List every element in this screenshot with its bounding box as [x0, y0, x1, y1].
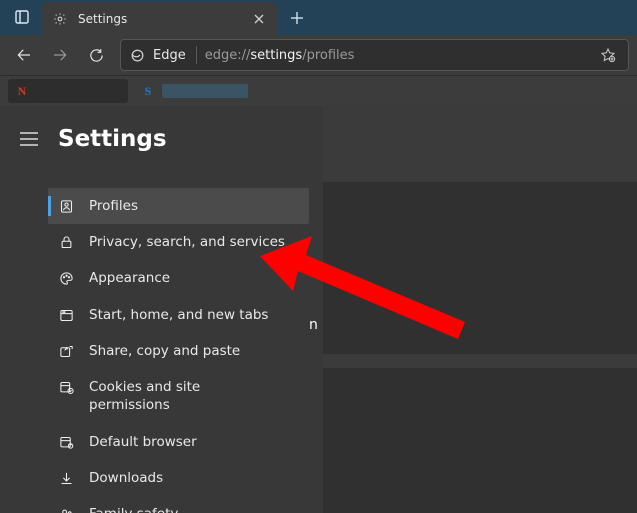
sidebar-item-label: Default browser [89, 433, 197, 451]
close-icon[interactable] [250, 10, 268, 28]
refresh-button[interactable] [80, 39, 112, 71]
sidebar-item-label: Privacy, search, and services [89, 233, 285, 251]
cookies-icon [58, 379, 75, 396]
sidebar-item-cookies[interactable]: Cookies and site permissions [48, 369, 309, 423]
browser-icon [58, 434, 75, 451]
sidebar-item-privacy[interactable]: Privacy, search, and services [48, 224, 309, 260]
forward-button[interactable] [44, 39, 76, 71]
hamburger-icon[interactable] [18, 128, 40, 150]
sidebar-item-label: Appearance [89, 269, 170, 287]
sidebar-item-label: Share, copy and paste [89, 342, 240, 360]
stray-text: n [309, 317, 318, 333]
palette-icon [58, 270, 75, 287]
sidebar-item-appearance[interactable]: Appearance [48, 260, 309, 296]
tab-settings[interactable]: Settings [42, 2, 278, 35]
address-url: edge://settings/profiles [205, 48, 590, 63]
edge-logo-icon [129, 47, 145, 63]
sidebar-item-profiles[interactable]: Profiles [48, 188, 309, 224]
tab-title: Settings [78, 12, 250, 26]
settings-page: Settings Profiles Privacy, search, and s… [0, 106, 637, 513]
settings-sidebar: Settings Profiles Privacy, search, and s… [0, 106, 323, 513]
share-icon [58, 343, 75, 360]
sidebar-item-label: Start, home, and new tabs [89, 306, 268, 324]
bookmark-item[interactable]: S [134, 79, 254, 103]
page-title: Settings [58, 126, 167, 152]
lock-icon [58, 234, 75, 251]
address-bar[interactable]: Edge edge://settings/profiles [120, 39, 629, 71]
favorites-icon[interactable] [598, 45, 618, 65]
bookmark-favicon: S [140, 83, 156, 99]
settings-main: n [323, 106, 637, 513]
sidebar-item-label: Cookies and site permissions [89, 378, 249, 414]
address-separator [196, 46, 197, 64]
tab-actions-icon[interactable] [8, 3, 36, 31]
family-icon [58, 506, 75, 513]
sidebar-item-label: Family safety [89, 505, 178, 513]
bookmark-item[interactable]: N [8, 79, 128, 103]
bookmark-label-redacted [162, 84, 248, 98]
download-icon [58, 470, 75, 487]
settings-nav: Profiles Privacy, search, and services A… [0, 188, 323, 513]
address-brand: Edge [153, 48, 186, 63]
sidebar-item-family[interactable]: Family safety [48, 496, 309, 513]
profile-icon [58, 198, 75, 215]
sidebar-item-downloads[interactable]: Downloads [48, 460, 309, 496]
toolbar: Edge edge://settings/profiles [0, 35, 637, 75]
new-tab-button[interactable] [282, 3, 312, 33]
sidebar-item-start[interactable]: Start, home, and new tabs [48, 297, 309, 333]
bookmarks-bar: N S [0, 75, 637, 106]
titlebar: Settings [0, 0, 637, 35]
window-icon [58, 307, 75, 324]
back-button[interactable] [8, 39, 40, 71]
sidebar-item-label: Profiles [89, 197, 138, 215]
bookmark-favicon: N [14, 83, 30, 99]
sidebar-item-share[interactable]: Share, copy and paste [48, 333, 309, 369]
content-panel [323, 368, 637, 513]
content-panel [323, 182, 637, 354]
sidebar-item-label: Downloads [89, 469, 163, 487]
sidebar-item-default-browser[interactable]: Default browser [48, 424, 309, 460]
bookmark-label-redacted [36, 84, 122, 98]
gear-icon [52, 11, 68, 27]
